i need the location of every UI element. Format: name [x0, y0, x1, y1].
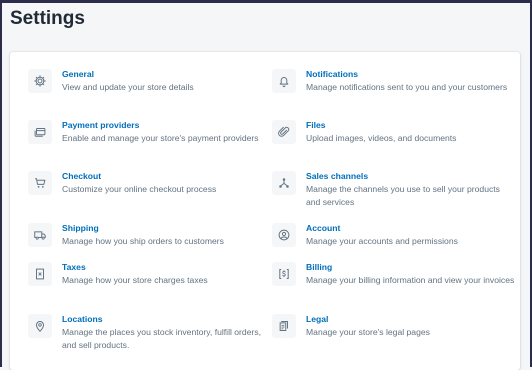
gear-icon — [28, 69, 52, 93]
truck-icon — [28, 223, 52, 247]
settings-item-title: Account — [306, 223, 341, 233]
legal-document-icon — [272, 314, 296, 338]
settings-item-title: Shipping — [62, 223, 99, 233]
settings-item-description: Manage how you ship orders to customers — [62, 236, 224, 246]
settings-item-description: Manage your store's legal pages — [306, 327, 430, 337]
settings-item-title: Payment providers — [62, 120, 140, 130]
receipt-icon — [28, 262, 52, 286]
settings-item-title: Taxes — [62, 262, 86, 272]
settings-item-description: Customize your online checkout process — [62, 184, 217, 194]
settings-item-description: Manage notifications sent to you and you… — [306, 82, 508, 92]
top-bar — [2, 0, 530, 3]
settings-item-description: Manage your accounts and permissions — [306, 236, 458, 246]
settings-item-title: Files — [306, 120, 326, 130]
settings-item-title: Billing — [306, 262, 333, 272]
cart-icon — [28, 171, 52, 195]
bell-icon — [272, 69, 296, 93]
account-icon — [272, 223, 296, 247]
settings-item-title: General — [62, 69, 95, 79]
settings-item-description: View and update your store details — [62, 82, 194, 92]
credit-card-icon — [28, 120, 52, 144]
paperclip-icon — [272, 120, 296, 144]
settings-card: General View and update your store detai… — [10, 52, 520, 370]
settings-item-description: Manage your billing information and view… — [306, 275, 515, 285]
settings-item-title: Sales channels — [306, 171, 369, 181]
settings-item-description: Upload images, videos, and documents — [306, 133, 457, 143]
settings-item-title: Notifications — [306, 69, 359, 79]
location-pin-icon — [28, 314, 52, 338]
dollar-bill-icon — [272, 262, 296, 286]
settings-item-description: Enable and manage your store's payment p… — [62, 133, 259, 143]
settings-item-title: Locations — [62, 314, 103, 324]
page-title: Settings — [10, 8, 85, 29]
settings-item-description: Manage how your store charges taxes — [62, 275, 208, 285]
settings-item-description: Manage the places you stock inventory, f… — [62, 327, 262, 350]
settings-item-title: Checkout — [62, 171, 102, 181]
channels-icon — [272, 171, 296, 195]
settings-item-title: Legal — [306, 314, 329, 324]
settings-item-description: Manage the channels you use to sell your… — [306, 184, 500, 207]
